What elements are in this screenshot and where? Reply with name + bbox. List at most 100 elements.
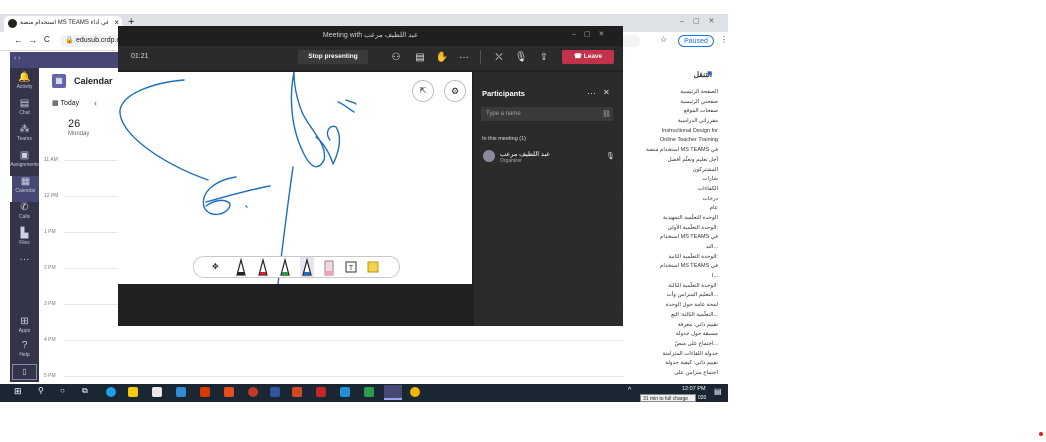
- teams-taskbar-icon[interactable]: [384, 385, 402, 400]
- office-icon[interactable]: [224, 387, 234, 397]
- lms-nav-item[interactable]: تقييم ذاتي: معرفة: [624, 321, 718, 331]
- lms-nav-item[interactable]: الوحدة التعلّمية التمهيدية: [624, 214, 718, 224]
- whiteboard-canvas[interactable]: ⇱ ⚙: [118, 71, 472, 285]
- lms-nav-item[interactable]: جدولة اللقاءات المتزامنة: [624, 350, 718, 360]
- lms-nav-item[interactable]: اجتماع متزامن على: [624, 369, 718, 379]
- today-button[interactable]: ▦ Today: [52, 99, 79, 107]
- ink-stroke: [337, 101, 355, 113]
- highlighter-icon[interactable]: [322, 257, 336, 277]
- lms-nav-item[interactable]: استخدام MS TEAMS في: [624, 262, 718, 272]
- blue-pen-icon[interactable]: [300, 257, 314, 277]
- lms-nav-item[interactable]: Online Teacher Training: [624, 136, 718, 146]
- app-icon[interactable]: [340, 387, 350, 397]
- profile-paused-button[interactable]: Paused: [678, 35, 714, 47]
- lms-nav-item[interactable]: المشتركون: [624, 166, 718, 176]
- leave-button[interactable]: ☎ Leave: [562, 50, 614, 64]
- app-label: Teams: [17, 136, 32, 142]
- forward-icon[interactable]: →: [28, 35, 37, 45]
- meeting-window-controls[interactable]: –▢✕: [572, 30, 612, 38]
- start-icon[interactable]: ⊞: [14, 386, 22, 397]
- lms-nav-item[interactable]: Instructional Design for: [624, 127, 718, 137]
- lms-nav-item[interactable]: اجتماع على منصّ...: [624, 340, 718, 350]
- clock-time[interactable]: 12:07 PM: [682, 386, 706, 392]
- share-screen-icon[interactable]: ⇪: [537, 51, 551, 65]
- panel-close-icon[interactable]: ✕: [603, 88, 610, 97]
- store-icon[interactable]: [152, 387, 162, 397]
- lms-nav-item[interactable]: شارات: [624, 175, 718, 185]
- lms-nav-item[interactable]: تقييم ذاتي: كيفية جدولة: [624, 359, 718, 369]
- text-tool-icon[interactable]: T: [344, 257, 358, 277]
- back-icon[interactable]: ←: [14, 35, 23, 45]
- lms-nav-item[interactable]: التعليم المتزامن وأت...: [624, 291, 718, 301]
- lms-nav-item[interactable]: لمحة عامة حول الوحدة: [624, 301, 718, 311]
- more-actions-icon[interactable]: ···: [457, 51, 471, 65]
- lms-nav-item[interactable]: استخدام MS TEAMS في: [624, 233, 718, 243]
- tray-chevron-icon[interactable]: ^: [628, 387, 631, 394]
- lms-nav-item[interactable]: الصفحة الرئيسية: [624, 88, 718, 98]
- red-pen-icon[interactable]: [256, 257, 270, 277]
- chrome-taskbar-icon[interactable]: [410, 387, 420, 397]
- lms-nav-item[interactable]: التد...: [624, 243, 718, 253]
- settings-icon[interactable]: ⚙: [444, 80, 466, 102]
- app-chat[interactable]: ▤ Chat: [10, 98, 39, 124]
- acrobat-icon[interactable]: [316, 387, 326, 397]
- powerpoint-icon[interactable]: [292, 387, 302, 397]
- device-icon[interactable]: ▯: [12, 364, 37, 380]
- file-explorer-icon[interactable]: [128, 387, 138, 397]
- app-activity[interactable]: 🔔 Activity: [10, 72, 39, 98]
- red-indicator-dot: [1039, 432, 1043, 436]
- lms-nav-item[interactable]: التعلّمية الثالثة: التع...: [624, 311, 718, 321]
- move-tool-icon[interactable]: ✥: [212, 257, 226, 277]
- app-apps[interactable]: ⊞ Apps: [10, 316, 39, 334]
- lms-nav-item[interactable]: ا...: [624, 272, 718, 282]
- lms-nav-item[interactable]: الوحدة التعلّمية الثانية:: [624, 253, 718, 263]
- camera-off-icon[interactable]: ⛌: [492, 51, 506, 65]
- cortana-icon[interactable]: ○: [60, 386, 65, 395]
- app-assignments[interactable]: ▣ Assignments: [10, 150, 39, 176]
- lms-nav-item[interactable]: مسبقة حول جدولة: [624, 330, 718, 340]
- fullscreen-icon[interactable]: ⇱: [412, 80, 434, 102]
- reload-icon[interactable]: C: [44, 35, 50, 44]
- nav-arrows[interactable]: ‹ ›: [14, 55, 21, 62]
- lms-nav-item[interactable]: الوحدة التعلّمية الثالثة:: [624, 282, 718, 292]
- microphone-icon[interactable]: 🎙: [514, 51, 528, 65]
- participants-icon[interactable]: ⚇: [389, 51, 403, 65]
- app-files[interactable]: ▙ Files: [10, 228, 39, 254]
- browser-tab[interactable]: استخدام منصة MS TEAMS في أداء... ×: [4, 16, 122, 32]
- chat-icon[interactable]: ▤: [413, 51, 427, 65]
- more-apps-icon[interactable]: ···: [10, 254, 39, 274]
- green-pen-icon[interactable]: [278, 257, 292, 277]
- panel-more-icon[interactable]: ···: [587, 88, 596, 98]
- lms-nav-item[interactable]: الوحدة التعلّمية الأولى:: [624, 224, 718, 234]
- black-pen-icon[interactable]: [234, 257, 248, 277]
- lms-nav-item[interactable]: صفحات الموقع: [624, 107, 718, 117]
- app-calls[interactable]: ✆ Calls: [10, 202, 39, 228]
- lms-nav-item[interactable]: مقرراتي الدراسية: [624, 117, 718, 127]
- task-view-icon[interactable]: ⧉: [82, 386, 88, 396]
- raise-hand-icon[interactable]: ✋: [435, 51, 449, 65]
- lms-nav-item[interactable]: درجات: [624, 195, 718, 205]
- menu-icon[interactable]: ⋮: [720, 35, 728, 44]
- type-name-input[interactable]: Type a name: [481, 107, 613, 121]
- app-teams[interactable]: ⁂ Teams: [10, 124, 39, 150]
- word-icon[interactable]: [270, 387, 280, 397]
- prev-week-icon[interactable]: ‹: [94, 98, 97, 108]
- star-icon[interactable]: ☆: [660, 35, 667, 44]
- stop-presenting-button[interactable]: Stop presenting: [298, 50, 368, 64]
- lms-nav-item[interactable]: عام: [624, 204, 718, 214]
- folder-icon[interactable]: [176, 387, 186, 397]
- app-calendar[interactable]: ▦ Calendar: [10, 176, 39, 202]
- mail-icon[interactable]: [200, 387, 210, 397]
- lms-nav-item[interactable]: أجل تعليم وتعلّم أفضل: [624, 156, 718, 166]
- app-icon[interactable]: [364, 387, 374, 397]
- lms-nav-item[interactable]: استخدام منصة MS TEAMS في: [624, 146, 718, 156]
- share-invite-icon[interactable]: ⛓: [602, 110, 611, 118]
- lms-nav-item[interactable]: الكفاءات: [624, 185, 718, 195]
- edge-icon[interactable]: [106, 387, 116, 397]
- sticky-note-icon[interactable]: [366, 257, 380, 277]
- app-help[interactable]: ? Help: [10, 340, 39, 358]
- search-icon[interactable]: ⚲: [38, 386, 44, 395]
- shield-icon[interactable]: [248, 387, 258, 397]
- notifications-icon[interactable]: ▤: [714, 387, 722, 396]
- lms-nav-item[interactable]: صفحتي الرئيسية: [624, 98, 718, 108]
